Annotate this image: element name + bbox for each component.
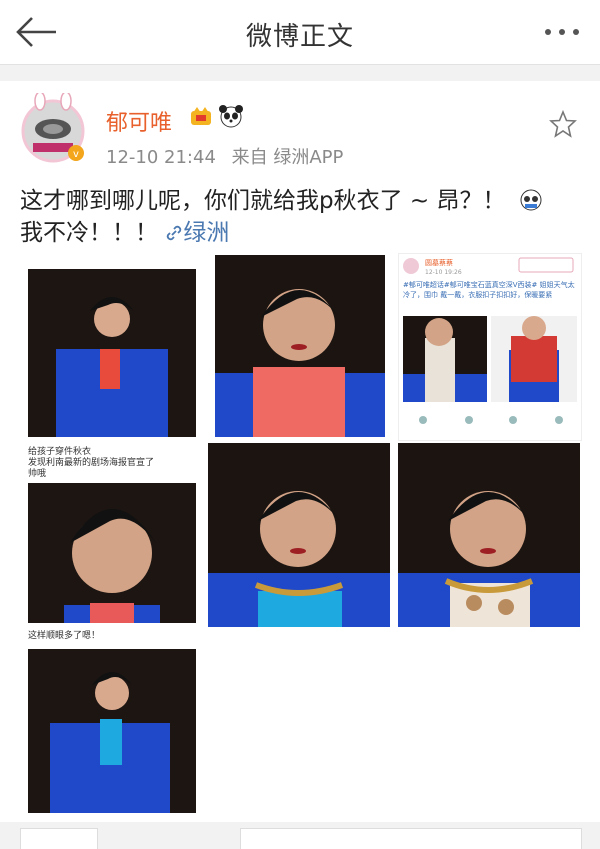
screenshot-text: #郁可唯超话#郁可唯宝石蓝真空深V西装# 姐姐天气太冷了，围巾 戴一戴，衣服扣子… — [403, 281, 575, 299]
more-icon[interactable] — [542, 22, 582, 42]
bottom-box-left — [20, 828, 98, 849]
author-name[interactable]: 郁可唯 — [106, 105, 172, 137]
post-time: 12-10 21:44 — [106, 147, 216, 168]
oasis-link-label: 绿洲 — [183, 220, 230, 246]
page-title: 微博正文 — [245, 22, 354, 52]
collage-photo — [28, 269, 196, 813]
link-icon — [167, 225, 182, 241]
collage-caption-1-line3: 帅哦 — [28, 469, 47, 479]
screenshot-time: 12-10 19:26 — [425, 269, 462, 276]
post-text-line2: 我不冷！！！ — [20, 220, 158, 246]
post-text-line1: 这才哪到哪儿呢，你们就给我p秋衣了 ~ 昂？！ — [20, 188, 506, 214]
post-text: 这才哪到哪儿呢，你们就给我p秋衣了 ~ 昂？！ 我不冷！！！ 绿洲 — [20, 185, 580, 249]
collage-caption-1-line1: 给孩子穿件秋衣 — [28, 447, 92, 457]
bottom-box-right — [240, 828, 582, 849]
oasis-link[interactable]: 绿洲 — [165, 220, 229, 246]
crown-badge-icon — [191, 107, 211, 125]
post-image-4[interactable] — [208, 443, 390, 627]
bottom-strip — [0, 822, 600, 849]
photo-blue-inner — [208, 443, 390, 627]
photo-bear-print — [398, 443, 580, 627]
panda-face-icon — [520, 189, 542, 211]
top-bar: 微博正文 — [0, 0, 600, 65]
post-image-2[interactable] — [215, 255, 385, 437]
collage-caption-2: 这样顺眼多了嗯！ — [28, 631, 101, 641]
panda-badge-icon — [219, 105, 243, 128]
collage-caption-1-line2: 发现利南最新的剧场海报官宣了 — [28, 458, 155, 468]
photo-red-top — [215, 255, 385, 437]
star-icon[interactable] — [548, 109, 578, 139]
post-card: v 郁可唯 12-10 21:44 来自 绿洲APP 这才哪到哪儿呢，你们就给我… — [0, 81, 600, 849]
avatar[interactable]: v — [18, 93, 88, 163]
post-meta: 12-10 21:44 来自 绿洲APP — [106, 143, 343, 169]
svg-text:v: v — [73, 149, 79, 160]
section-gap — [0, 65, 600, 81]
post-image-3[interactable]: 圆墓蔡蔡 12-10 19:26 #郁可唯超话#郁可唯宝石蓝真空深V西装# 姐姐… — [398, 253, 582, 441]
post-image-5[interactable] — [398, 443, 580, 627]
post-source[interactable]: 来自 绿洲APP — [232, 147, 344, 168]
collage-caption-1: 给孩子穿件秋衣 发现利南最新的剧场海报官宣了 帅哦 — [28, 447, 154, 480]
post-image-1[interactable]: 给孩子穿件秋衣 发现利南最新的剧场海报官宣了 帅哦 这样顺眼多了嗯！ — [20, 253, 200, 821]
